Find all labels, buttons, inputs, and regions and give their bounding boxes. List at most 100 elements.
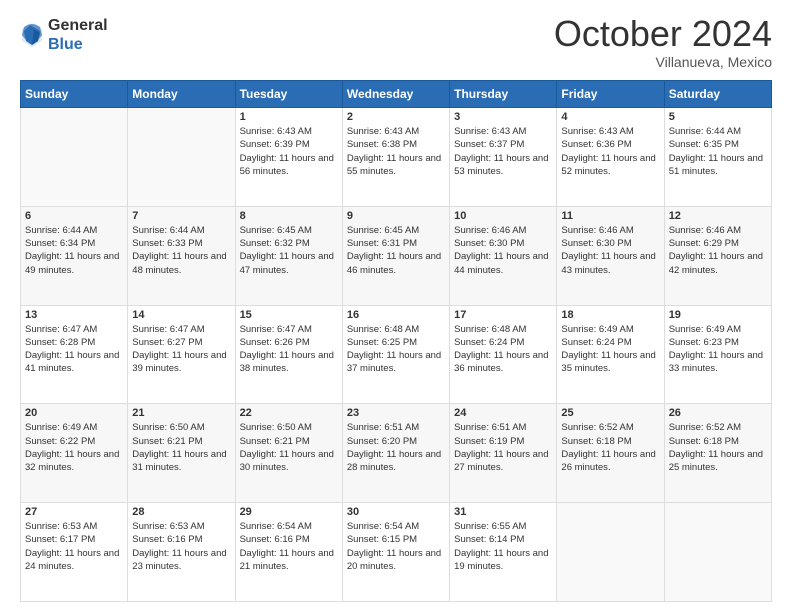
calendar-cell: 18 Sunrise: 6:49 AMSunset: 6:24 PMDayligh… xyxy=(557,305,664,404)
day-info: Sunrise: 6:47 AMSunset: 6:27 PMDaylight:… xyxy=(132,323,230,376)
weekday-header: Thursday xyxy=(450,81,557,108)
calendar-cell: 22 Sunrise: 6:50 AMSunset: 6:21 PMDayligh… xyxy=(235,404,342,503)
month-title: October 2024 xyxy=(554,16,772,52)
day-number: 9 xyxy=(347,210,445,222)
calendar-cell: 1 Sunrise: 6:43 AMSunset: 6:39 PMDaylight… xyxy=(235,108,342,207)
day-number: 31 xyxy=(454,506,552,518)
calendar-cell: 2Sunrise: 6:43 AMSunset: 6:38 PMDaylight… xyxy=(342,108,449,207)
day-info: Sunrise: 6:45 AMSunset: 6:32 PMDaylight:… xyxy=(240,224,338,277)
day-info: Sunrise: 6:47 AMSunset: 6:26 PMDaylight:… xyxy=(240,323,338,376)
calendar-cell: 27 Sunrise: 6:53 AMSunset: 6:17 PMDayligh… xyxy=(21,503,128,602)
calendar-cell xyxy=(664,503,771,602)
calendar-cell xyxy=(21,108,128,207)
day-number: 11 xyxy=(561,210,659,222)
day-info: Sunrise: 6:55 AMSunset: 6:14 PMDaylight:… xyxy=(454,520,552,573)
day-number: 14 xyxy=(132,309,230,321)
calendar-cell: 25 Sunrise: 6:52 AMSunset: 6:18 PMDayligh… xyxy=(557,404,664,503)
day-number: 17 xyxy=(454,309,552,321)
day-info: Sunrise: 6:54 AMSunset: 6:16 PMDaylight:… xyxy=(240,520,338,573)
calendar-cell: 31 Sunrise: 6:55 AMSunset: 6:14 PMDayligh… xyxy=(450,503,557,602)
day-number: 29 xyxy=(240,506,338,518)
day-info: Sunrise: 6:50 AMSunset: 6:21 PMDaylight:… xyxy=(240,421,338,474)
logo: General Blue xyxy=(20,16,108,54)
calendar-week-row: 1 Sunrise: 6:43 AMSunset: 6:39 PMDaylight… xyxy=(21,108,772,207)
day-number: 21 xyxy=(132,407,230,419)
day-number: 1 xyxy=(240,111,338,123)
day-info: Sunrise: 6:49 AMSunset: 6:24 PMDaylight:… xyxy=(561,323,659,376)
day-info: Sunrise: 6:51 AMSunset: 6:20 PMDaylight:… xyxy=(347,421,445,474)
calendar-cell: 3Sunrise: 6:43 AMSunset: 6:37 PMDaylight… xyxy=(450,108,557,207)
calendar-table: SundayMondayTuesdayWednesdayThursdayFrid… xyxy=(20,80,772,602)
day-info: Sunrise: 6:45 AMSunset: 6:31 PMDaylight:… xyxy=(347,224,445,277)
calendar-week-row: 27 Sunrise: 6:53 AMSunset: 6:17 PMDayligh… xyxy=(21,503,772,602)
calendar-cell: 10Sunrise: 6:46 AMSunset: 6:30 PMDayligh… xyxy=(450,206,557,305)
location: Villanueva, Mexico xyxy=(554,54,772,70)
day-info: Sunrise: 6:53 AMSunset: 6:16 PMDaylight:… xyxy=(132,520,230,573)
day-info: Sunrise: 6:44 AMSunset: 6:35 PMDaylight:… xyxy=(669,125,767,178)
weekday-header: Monday xyxy=(128,81,235,108)
day-number: 30 xyxy=(347,506,445,518)
day-number: 8 xyxy=(240,210,338,222)
calendar-header-row: SundayMondayTuesdayWednesdayThursdayFrid… xyxy=(21,81,772,108)
calendar-cell: 29 Sunrise: 6:54 AMSunset: 6:16 PMDayligh… xyxy=(235,503,342,602)
calendar-cell: 5Sunrise: 6:44 AMSunset: 6:35 PMDaylight… xyxy=(664,108,771,207)
day-info: Sunrise: 6:49 AMSunset: 6:23 PMDaylight:… xyxy=(669,323,767,376)
day-info: Sunrise: 6:46 AMSunset: 6:29 PMDaylight:… xyxy=(669,224,767,277)
day-number: 23 xyxy=(347,407,445,419)
day-number: 19 xyxy=(669,309,767,321)
calendar-cell: 14 Sunrise: 6:47 AMSunset: 6:27 PMDayligh… xyxy=(128,305,235,404)
day-number: 25 xyxy=(561,407,659,419)
day-info: Sunrise: 6:53 AMSunset: 6:17 PMDaylight:… xyxy=(25,520,123,573)
day-info: Sunrise: 6:43 AMSunset: 6:36 PMDaylight:… xyxy=(561,125,659,178)
day-number: 2 xyxy=(347,111,445,123)
day-number: 7 xyxy=(132,210,230,222)
calendar-cell: 24 Sunrise: 6:51 AMSunset: 6:19 PMDayligh… xyxy=(450,404,557,503)
logo-icon xyxy=(20,21,44,49)
logo-text: General Blue xyxy=(48,16,108,54)
logo-blue: Blue xyxy=(48,35,108,54)
day-info: Sunrise: 6:46 AMSunset: 6:30 PMDaylight:… xyxy=(454,224,552,277)
day-info: Sunrise: 6:48 AMSunset: 6:25 PMDaylight:… xyxy=(347,323,445,376)
day-number: 18 xyxy=(561,309,659,321)
day-number: 22 xyxy=(240,407,338,419)
day-number: 13 xyxy=(25,309,123,321)
day-info: Sunrise: 6:54 AMSunset: 6:15 PMDaylight:… xyxy=(347,520,445,573)
day-number: 24 xyxy=(454,407,552,419)
day-info: Sunrise: 6:51 AMSunset: 6:19 PMDaylight:… xyxy=(454,421,552,474)
calendar-cell: 23 Sunrise: 6:51 AMSunset: 6:20 PMDayligh… xyxy=(342,404,449,503)
day-info: Sunrise: 6:52 AMSunset: 6:18 PMDaylight:… xyxy=(669,421,767,474)
calendar-cell: 13 Sunrise: 6:47 AMSunset: 6:28 PMDayligh… xyxy=(21,305,128,404)
calendar-cell: 9 Sunrise: 6:45 AMSunset: 6:31 PMDaylight… xyxy=(342,206,449,305)
calendar-cell: 17Sunrise: 6:48 AMSunset: 6:24 PMDayligh… xyxy=(450,305,557,404)
day-number: 27 xyxy=(25,506,123,518)
day-number: 20 xyxy=(25,407,123,419)
weekday-header: Tuesday xyxy=(235,81,342,108)
calendar-cell xyxy=(557,503,664,602)
header: General Blue October 2024 Villanueva, Me… xyxy=(20,16,772,70)
day-info: Sunrise: 6:47 AMSunset: 6:28 PMDaylight:… xyxy=(25,323,123,376)
calendar-cell: 19 Sunrise: 6:49 AMSunset: 6:23 PMDayligh… xyxy=(664,305,771,404)
logo-general: General xyxy=(48,16,108,35)
day-number: 15 xyxy=(240,309,338,321)
day-info: Sunrise: 6:44 AMSunset: 6:33 PMDaylight:… xyxy=(132,224,230,277)
title-block: October 2024 Villanueva, Mexico xyxy=(554,16,772,70)
calendar-cell: 28Sunrise: 6:53 AMSunset: 6:16 PMDayligh… xyxy=(128,503,235,602)
weekday-header: Saturday xyxy=(664,81,771,108)
day-number: 6 xyxy=(25,210,123,222)
day-info: Sunrise: 6:52 AMSunset: 6:18 PMDaylight:… xyxy=(561,421,659,474)
day-info: Sunrise: 6:44 AMSunset: 6:34 PMDaylight:… xyxy=(25,224,123,277)
calendar-week-row: 6 Sunrise: 6:44 AMSunset: 6:34 PMDaylight… xyxy=(21,206,772,305)
page: General Blue October 2024 Villanueva, Me… xyxy=(0,0,792,612)
calendar-cell: 16Sunrise: 6:48 AMSunset: 6:25 PMDayligh… xyxy=(342,305,449,404)
day-info: Sunrise: 6:49 AMSunset: 6:22 PMDaylight:… xyxy=(25,421,123,474)
day-number: 3 xyxy=(454,111,552,123)
weekday-header: Wednesday xyxy=(342,81,449,108)
weekday-header: Friday xyxy=(557,81,664,108)
calendar-week-row: 20 Sunrise: 6:49 AMSunset: 6:22 PMDayligh… xyxy=(21,404,772,503)
day-number: 12 xyxy=(669,210,767,222)
calendar-cell: 26Sunrise: 6:52 AMSunset: 6:18 PMDayligh… xyxy=(664,404,771,503)
day-info: Sunrise: 6:43 AMSunset: 6:39 PMDaylight:… xyxy=(240,125,338,178)
weekday-header: Sunday xyxy=(21,81,128,108)
day-number: 4 xyxy=(561,111,659,123)
calendar-cell: 12 Sunrise: 6:46 AMSunset: 6:29 PMDayligh… xyxy=(664,206,771,305)
